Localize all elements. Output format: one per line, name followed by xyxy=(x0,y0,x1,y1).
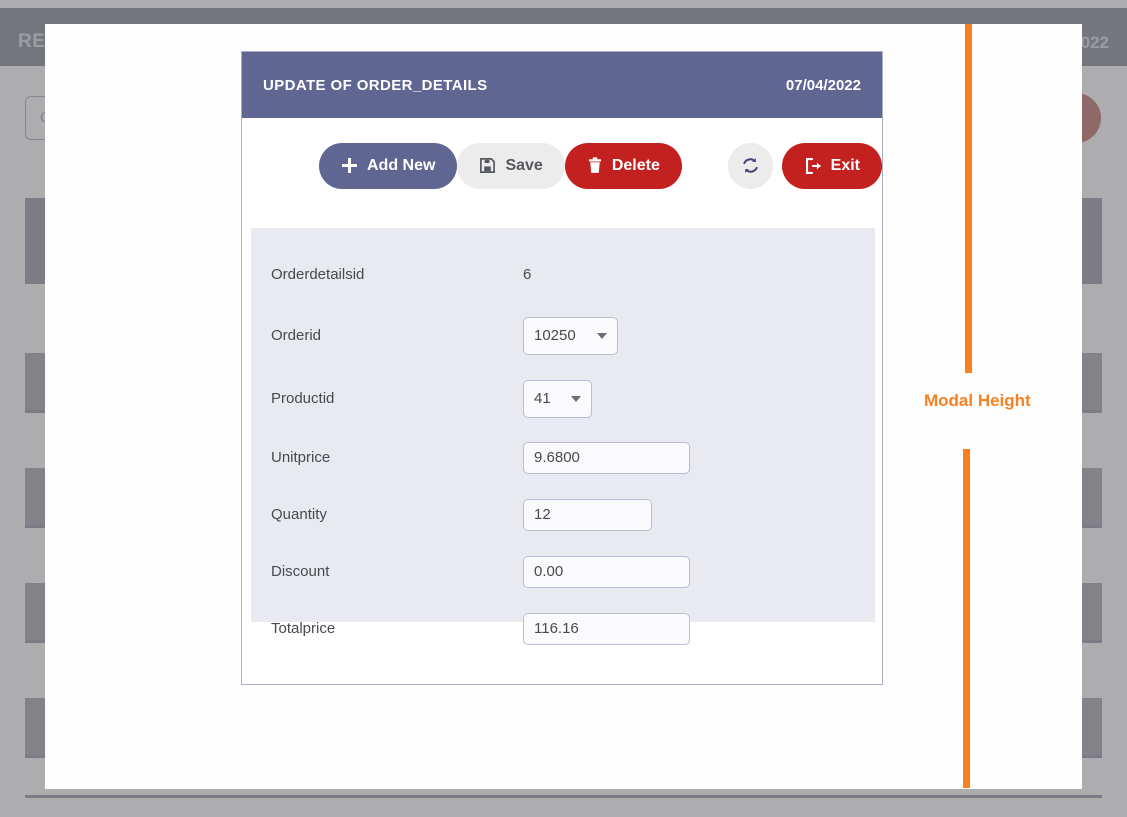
field-row-quantity: Quantity xyxy=(271,486,875,543)
save-label: Save xyxy=(505,157,542,175)
orderid-select[interactable]: 10250 xyxy=(523,317,618,355)
card-header: UPDATE OF ORDER_DETAILS 07/04/2022 xyxy=(242,52,882,118)
orderid-select-value: 10250 xyxy=(534,327,576,344)
field-label-productid: Productid xyxy=(271,390,523,407)
exit-icon xyxy=(804,157,822,175)
save-disk-icon xyxy=(479,157,496,174)
quantity-input[interactable] xyxy=(523,499,652,531)
exit-button[interactable]: Exit xyxy=(782,143,882,189)
field-row-discount: Discount xyxy=(271,543,875,600)
field-label-unitprice: Unitprice xyxy=(271,449,523,466)
field-label-discount: Discount xyxy=(271,563,523,580)
field-row-orderdetailsid: Orderdetailsid 6 xyxy=(271,246,875,303)
field-row-orderid: Orderid 10250 xyxy=(271,303,875,368)
plus-icon xyxy=(341,157,358,174)
totalprice-input[interactable] xyxy=(523,613,690,645)
productid-select-value: 41 xyxy=(534,390,551,407)
productid-select[interactable]: 41 xyxy=(523,380,592,418)
field-row-unitprice: Unitprice xyxy=(271,429,875,486)
field-label-orderdetailsid: Orderdetailsid xyxy=(271,266,523,283)
modal-height-annotation-line-top xyxy=(965,24,972,373)
delete-button[interactable]: Delete xyxy=(565,143,682,189)
add-new-button[interactable]: Add New xyxy=(319,143,457,189)
card-title: UPDATE OF ORDER_DETAILS xyxy=(263,77,488,94)
chevron-down-icon xyxy=(571,396,581,402)
field-row-totalprice: Totalprice xyxy=(271,600,875,657)
delete-label: Delete xyxy=(612,157,660,175)
card-toolbar: Add New Save Delete xyxy=(242,118,882,213)
fields-panel: Orderdetailsid 6 Orderid 10250 Productid… xyxy=(251,228,875,622)
field-value-orderdetailsid: 6 xyxy=(523,266,531,283)
exit-label: Exit xyxy=(831,157,860,175)
field-label-totalprice: Totalprice xyxy=(271,620,523,637)
discount-input[interactable] xyxy=(523,556,690,588)
trash-icon xyxy=(587,157,603,174)
add-new-label: Add New xyxy=(367,157,435,175)
field-row-productid: Productid 41 xyxy=(271,368,875,429)
save-button[interactable]: Save xyxy=(457,143,564,189)
field-label-orderid: Orderid xyxy=(271,327,523,344)
modal-height-annotation-label: Modal Height xyxy=(924,391,1031,411)
field-label-quantity: Quantity xyxy=(271,506,523,523)
modal-height-annotation-line-bottom xyxy=(963,449,970,788)
card-date: 07/04/2022 xyxy=(786,77,861,94)
chevron-down-icon xyxy=(597,333,607,339)
refresh-icon xyxy=(741,156,760,175)
update-order-details-card: UPDATE OF ORDER_DETAILS 07/04/2022 Add N… xyxy=(241,51,883,685)
unitprice-input[interactable] xyxy=(523,442,690,474)
refresh-button[interactable] xyxy=(728,143,773,189)
